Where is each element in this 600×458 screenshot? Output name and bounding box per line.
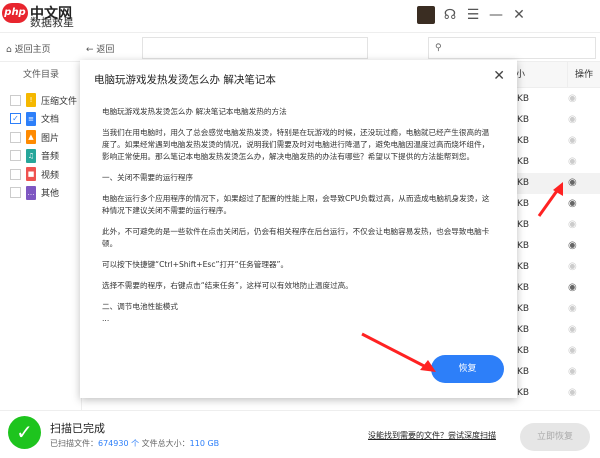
red-arrow-annotation (537, 182, 563, 217)
article-paragraph: 电脑在运行多个应用程序的情况下，如果超过了配置的性能上限，会导致CPU负载过高，… (102, 194, 490, 215)
article-paragraph: 选择不需要的程序，右键点击“结束任务”，这样可以有效地防止温度过高。 (102, 281, 353, 290)
size-value: 110 GB (189, 439, 220, 448)
scan-stats: 已扫描文件：674930 个 文件总大小：110 GB (50, 438, 219, 449)
restore-button[interactable]: 恢复 (431, 355, 504, 383)
modal-body: 电脑玩游戏发热发烫怎么办 解决笔记本电脑发热的方法当我们在用电脑时，用久了总会感… (102, 106, 492, 366)
deep-scan-link[interactable]: 没能找到需要的文件？尝试深度扫描 (368, 430, 496, 441)
article-modal: 电脑玩游戏发热发烫怎么办 解决笔记本 ✕ 电脑玩游戏发热发烫怎么办 解决笔记本电… (80, 60, 517, 398)
scanned-label: 已扫描文件： (50, 439, 98, 448)
article-paragraph: 此外，不可避免的是一些软件在点击关闭后，仍会有相关程序在后台运行，不仅会让电脑容… (102, 227, 490, 248)
modal-title: 电脑玩游戏发热发烫怎么办 解决笔记本 (94, 74, 276, 86)
article-paragraph: 当我们在用电脑时，用久了总会感觉电脑发热发烫，特别是在玩游戏的时候，还没玩过瘾，… (102, 128, 490, 161)
scanned-count: 674930 个 (98, 439, 140, 448)
article-paragraph: 电脑玩游戏发热发烫怎么办 解决笔记本电脑发热的方法 (102, 107, 287, 116)
scan-status: 扫描已完成 (50, 422, 105, 435)
recover-now-button[interactable]: 立即恢复 (520, 423, 590, 451)
article-paragraph: 二、调节电池性能模式 ... (102, 302, 178, 323)
close-icon[interactable]: ✕ (493, 68, 505, 84)
size-label: 文件总大小： (141, 439, 190, 448)
article-paragraph: 一、关闭不需要的运行程序 (102, 173, 194, 182)
article-paragraph: 可以按下快捷键“Ctrl+Shift+Esc”打开“任务管理器”。 (102, 260, 289, 269)
check-icon: ✓ (8, 416, 41, 449)
red-arrow-annotation (361, 332, 436, 372)
